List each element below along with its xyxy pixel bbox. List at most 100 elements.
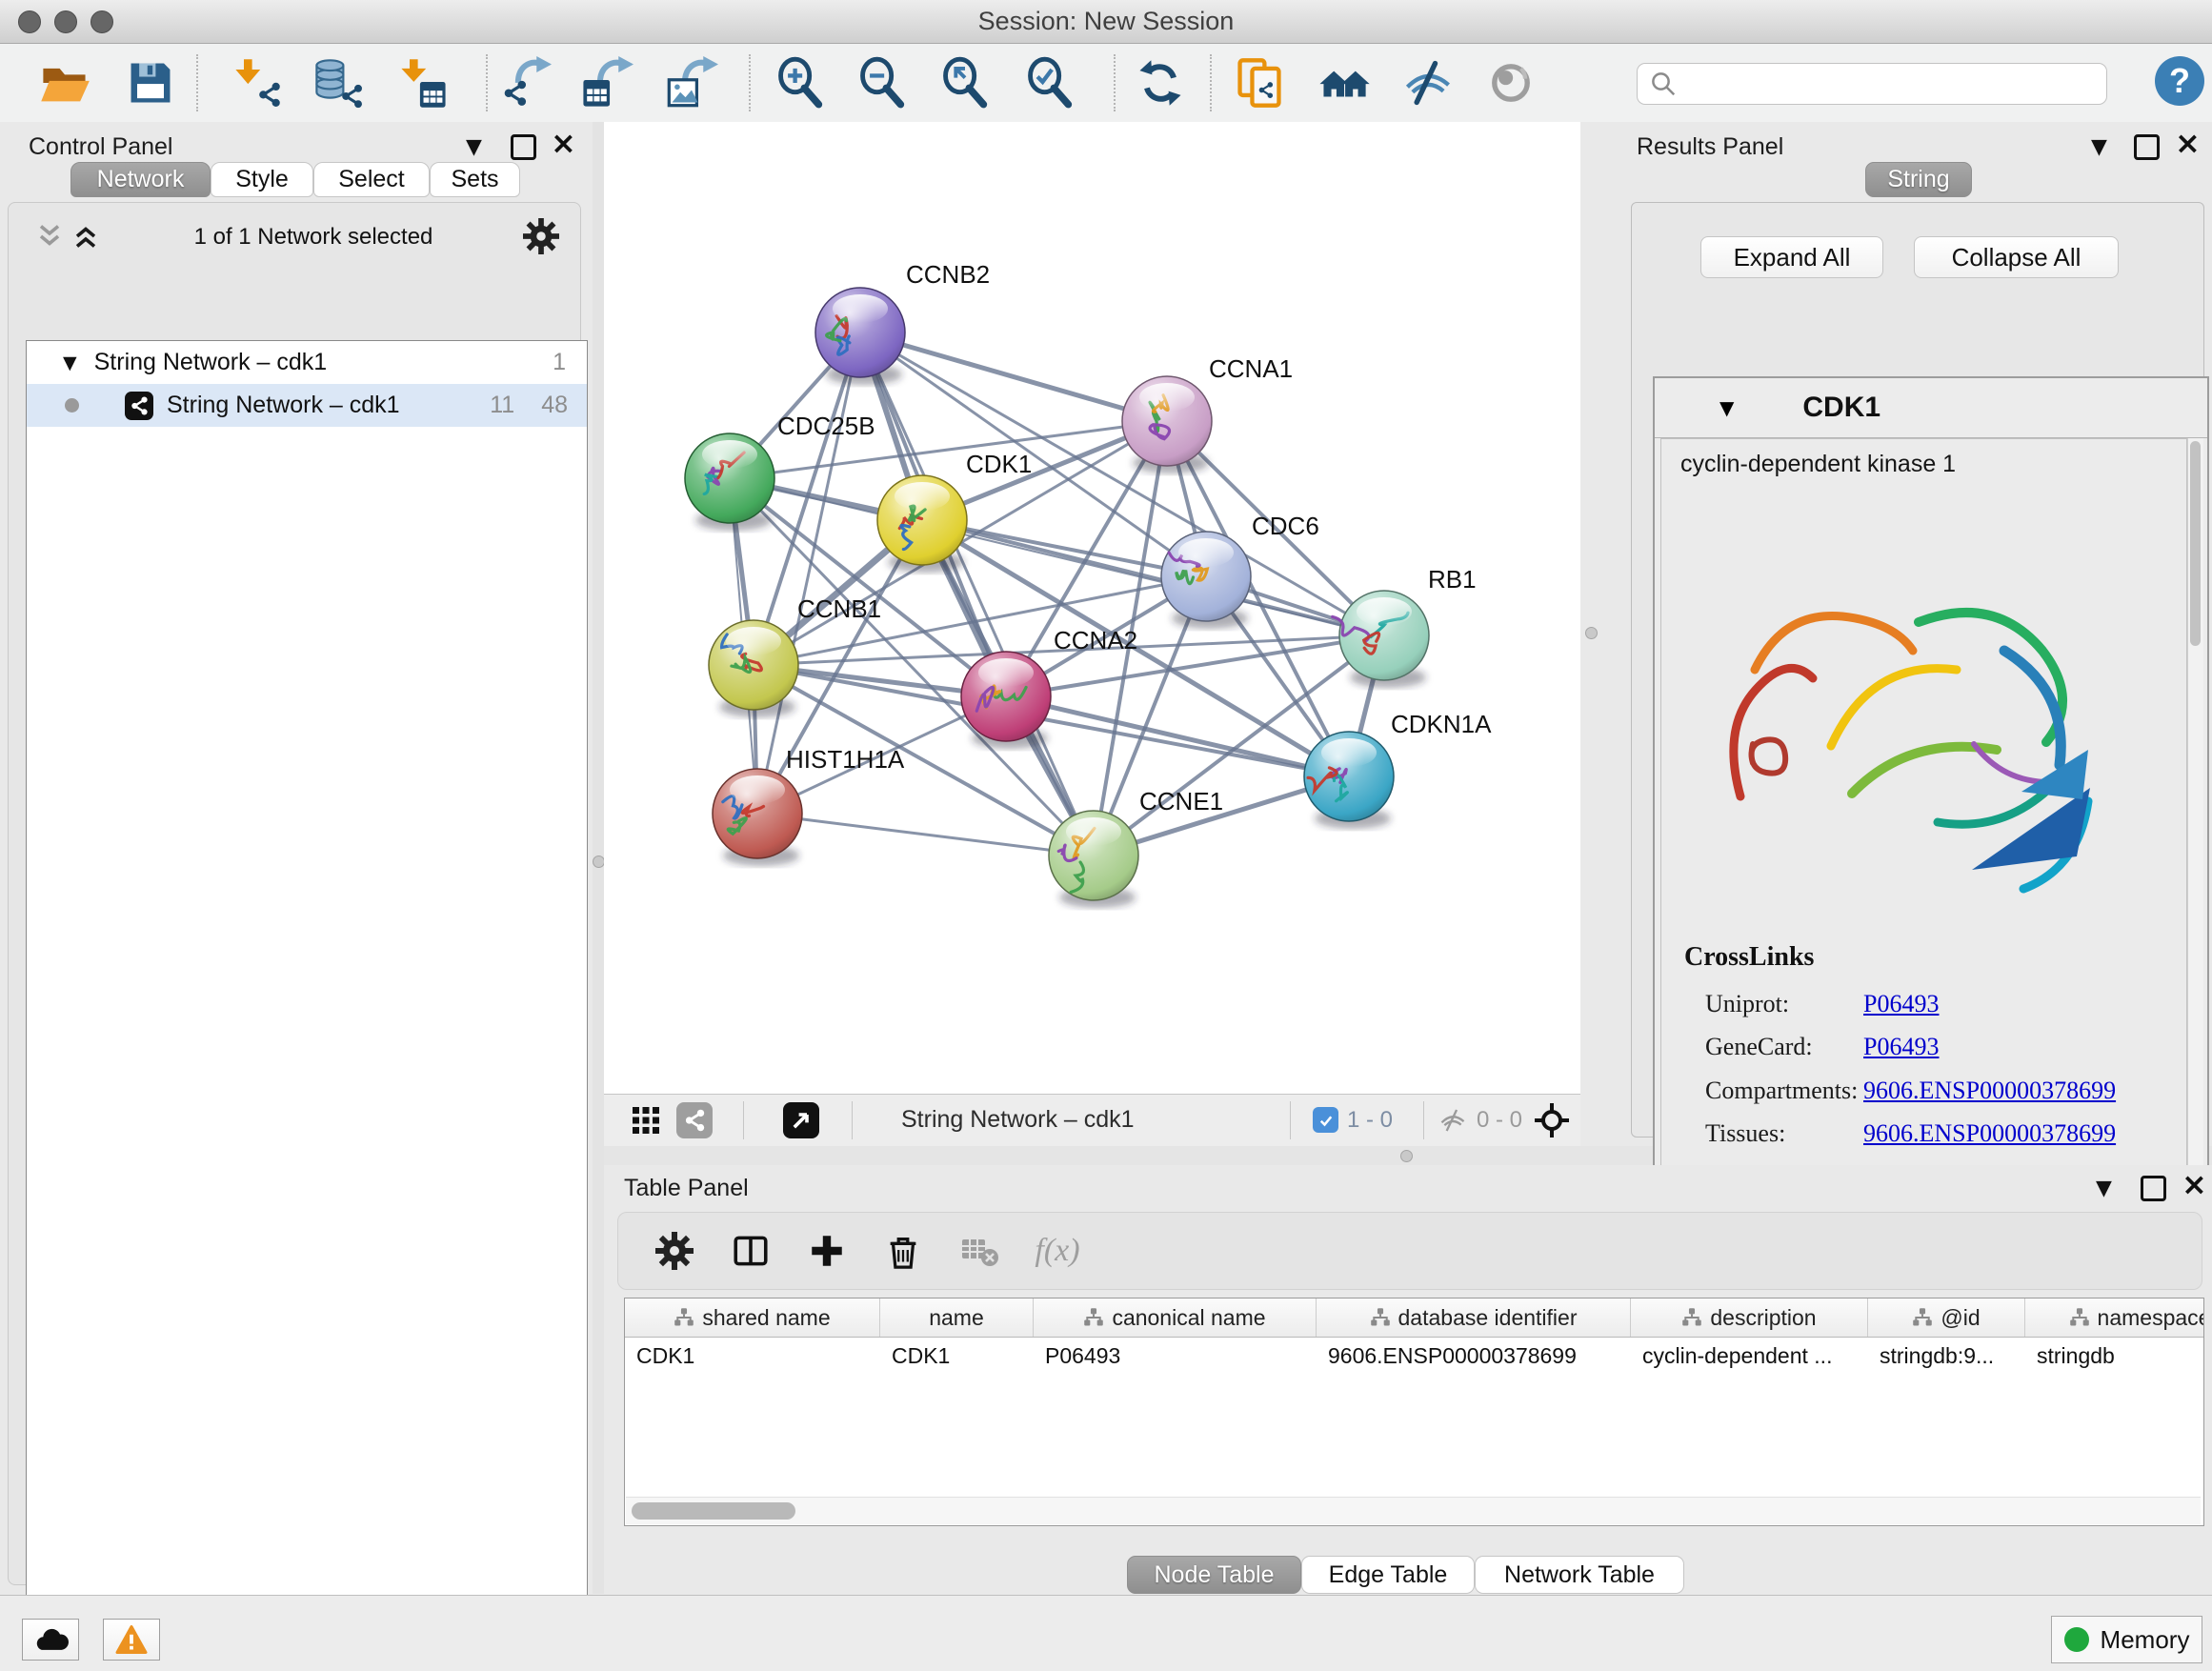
table-panel-float-button[interactable]: ▼	[2096, 1177, 2112, 1200]
network-graph[interactable]: CCNB2CCNA1CDC25BCDK1CDC6RB1CCNB1CCNA2CDK…	[604, 122, 1580, 1094]
zoom-out-button[interactable]	[852, 52, 913, 113]
table-panel-close-button[interactable]: ×	[2182, 1175, 2207, 1194]
crosslink-uniprot-link[interactable]: P06493	[1863, 990, 1939, 1018]
tab-select[interactable]: Select	[313, 162, 430, 197]
network-row-selected[interactable]: String Network – cdk1 11 48	[27, 384, 587, 427]
table-horizontal-scrollbar[interactable]	[626, 1497, 2201, 1524]
cloud-status-button[interactable]	[22, 1619, 79, 1661]
results-panel-maximize-button[interactable]	[2134, 134, 2160, 160]
network-canvas[interactable]: CCNB2CCNA1CDC25BCDK1CDC6RB1CCNB1CCNA2CDK…	[604, 122, 1580, 1094]
show-columns-button[interactable]	[721, 1224, 780, 1278]
vertical-splitter-right[interactable]	[1580, 122, 1619, 1146]
tree-expander-icon[interactable]: ▼	[63, 352, 77, 373]
zoom-fit-button[interactable]	[935, 52, 995, 113]
column-header-shared-name[interactable]: shared name	[625, 1299, 880, 1337]
search-field[interactable]	[1637, 63, 2107, 105]
network-node-CDC6[interactable]: CDC6	[1161, 512, 1319, 629]
table-panel-maximize-button[interactable]	[2141, 1176, 2166, 1201]
cell-shared-name[interactable]: CDK1	[625, 1343, 880, 1369]
show-all-button[interactable]	[1480, 52, 1541, 113]
import-network-from-database-button[interactable]	[308, 52, 369, 113]
hide-selected-button[interactable]	[1398, 52, 1458, 113]
splitter-grip[interactable]	[1585, 627, 1598, 639]
warnings-button[interactable]	[103, 1619, 160, 1661]
network-node-CCNB2[interactable]: CCNB2	[815, 260, 990, 385]
column-header-namespace[interactable]: namespace	[2025, 1299, 2204, 1337]
expand-all-networks-button[interactable]	[71, 222, 100, 255]
help-button[interactable]: ?	[2155, 56, 2204, 106]
collapse-all-button[interactable]: Collapse All	[1914, 236, 2119, 278]
tab-sets[interactable]: Sets	[430, 162, 520, 197]
vertical-splitter-left[interactable]	[593, 122, 604, 1594]
network-node-CCNA1[interactable]: CCNA1	[1122, 354, 1293, 473]
network-node-CDKN1A[interactable]: CDKN1A	[1304, 710, 1492, 829]
new-network-from-selection-button[interactable]	[1229, 52, 1290, 113]
tab-network[interactable]: Network	[70, 162, 211, 197]
tab-node-table[interactable]: Node Table	[1127, 1556, 1301, 1594]
expand-all-button[interactable]: Expand All	[1700, 236, 1883, 278]
results-panel-close-button[interactable]: ×	[2175, 133, 2201, 152]
network-node-CCNB1[interactable]: CCNB1	[709, 594, 881, 717]
network-node-CCNE1[interactable]: CCNE1	[1049, 787, 1223, 908]
scrollbar-thumb[interactable]	[632, 1502, 795, 1520]
network-edge[interactable]	[860, 332, 1094, 856]
network-edge[interactable]	[1006, 696, 1349, 776]
protein-card-header[interactable]: ▼ CDK1	[1655, 378, 2207, 438]
create-column-button[interactable]	[797, 1224, 856, 1278]
results-panel-float-button[interactable]: ▼	[2091, 135, 2107, 159]
fit-selected-button[interactable]	[1533, 1101, 1571, 1144]
network-view-mode-button[interactable]	[676, 1102, 713, 1138]
column-header-description[interactable]: description	[1631, 1299, 1868, 1337]
column-header-name[interactable]: name	[880, 1299, 1034, 1337]
export-table-button[interactable]	[576, 52, 637, 113]
column-header-canonical-name[interactable]: canonical name	[1034, 1299, 1317, 1337]
zoom-selected-button[interactable]	[1019, 52, 1080, 113]
selected-checkbox-icon[interactable]	[1313, 1107, 1338, 1133]
birdseye-view-button[interactable]	[783, 1102, 819, 1138]
crosslink-tissues-link[interactable]: 9606.ENSP00000378699	[1863, 1119, 2116, 1148]
cell-namespace[interactable]: stringdb	[2025, 1343, 2204, 1369]
column-header-database-identifier[interactable]: database identifier	[1317, 1299, 1631, 1337]
open-session-button[interactable]	[34, 52, 95, 113]
network-edge[interactable]	[757, 814, 1094, 856]
network-edge[interactable]	[757, 332, 860, 814]
network-options-button[interactable]	[523, 218, 559, 259]
tab-edge-table[interactable]: Edge Table	[1301, 1556, 1475, 1594]
table-options-button[interactable]	[645, 1224, 704, 1278]
zoom-in-button[interactable]	[770, 52, 831, 113]
memory-button[interactable]: Memory	[2051, 1616, 2202, 1663]
cell-canonical-name[interactable]: P06493	[1034, 1343, 1317, 1369]
collapse-section-icon[interactable]: ▼	[1719, 396, 1734, 419]
crosslink-genecard-link[interactable]: P06493	[1863, 1033, 1939, 1061]
crosslink-compartments-link[interactable]: 9606.ENSP00000378699	[1863, 1077, 2116, 1105]
grid-mode-button[interactable]	[631, 1105, 661, 1140]
export-image-button[interactable]	[661, 52, 722, 113]
import-network-from-file-button[interactable]	[227, 52, 288, 113]
cell-id[interactable]: stringdb:9...	[1868, 1343, 2025, 1369]
node-table[interactable]: shared name name canonical name database…	[624, 1298, 2204, 1526]
tab-style[interactable]: Style	[211, 162, 313, 197]
network-collection-row[interactable]: ▼ String Network – cdk1 1	[27, 341, 587, 384]
scrollbar-thumb[interactable]	[2190, 441, 2201, 646]
cell-description[interactable]: cyclin-dependent ...	[1631, 1343, 1868, 1369]
tab-network-table[interactable]: Network Table	[1475, 1556, 1684, 1594]
cell-name[interactable]: CDK1	[880, 1343, 1034, 1369]
table-row[interactable]: CDK1 CDK1 P06493 9606.ENSP00000378699 cy…	[625, 1338, 2203, 1374]
first-neighbors-button[interactable]	[1314, 52, 1375, 113]
tab-string[interactable]: String	[1865, 162, 1972, 197]
save-session-button[interactable]	[120, 52, 181, 113]
splitter-grip[interactable]	[1400, 1150, 1413, 1162]
delete-columns-button[interactable]	[874, 1224, 933, 1278]
network-edge[interactable]	[860, 332, 1167, 421]
control-panel-float-button[interactable]: ▼	[466, 135, 482, 159]
cell-database-identifier[interactable]: 9606.ENSP00000378699	[1317, 1343, 1631, 1369]
collapse-all-networks-button[interactable]	[35, 222, 64, 255]
export-network-button[interactable]	[494, 52, 555, 113]
apply-preferred-layout-button[interactable]	[1130, 52, 1191, 113]
import-table-from-file-button[interactable]	[392, 52, 453, 113]
search-input[interactable]	[1683, 67, 2106, 101]
results-scrollbar[interactable]	[2187, 438, 2203, 1174]
control-panel-maximize-button[interactable]	[511, 134, 536, 160]
network-node-RB1[interactable]: RB1	[1333, 565, 1477, 688]
control-panel-close-button[interactable]: ×	[551, 133, 576, 152]
